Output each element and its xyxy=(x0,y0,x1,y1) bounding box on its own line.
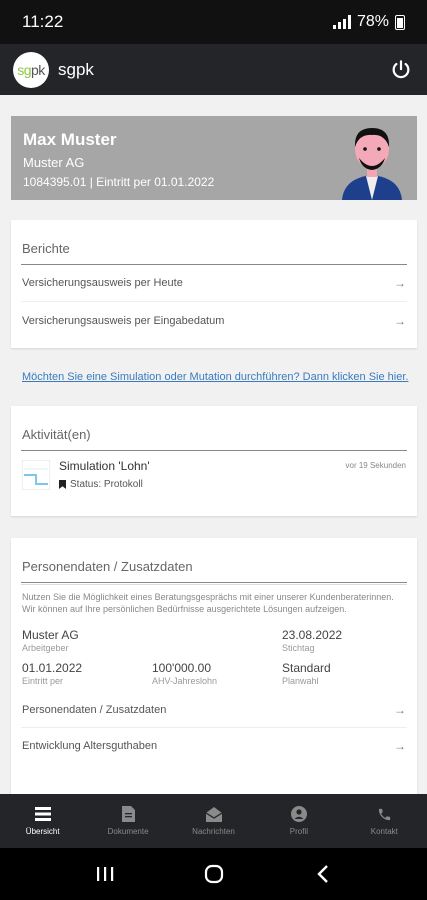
app-name: sgpk xyxy=(58,59,94,79)
status-bar: 11:22 78% xyxy=(0,0,427,44)
report-link-date[interactable]: Versicherungsausweis per Eingabedatum → xyxy=(21,302,407,339)
arrow-right-icon: → xyxy=(394,313,406,328)
personal-title: Personendaten / Zusatzdaten xyxy=(21,538,407,583)
simulation-link[interactable]: Möchten Sie eine Simulation oder Mutatio… xyxy=(22,371,408,383)
back-button[interactable] xyxy=(308,859,338,889)
sgpk-logo: sg pk xyxy=(13,51,49,88)
status-indicators: 78% xyxy=(332,13,405,31)
reports-card: Berichte Versicherungsausweis per Heute … xyxy=(11,220,417,348)
simulation-chart-icon xyxy=(22,460,50,490)
status-time: 11:22 xyxy=(22,12,64,31)
signal-icon xyxy=(332,15,351,29)
savings-development-link[interactable]: Entwicklung Altersguthaben → xyxy=(21,728,407,764)
activity-status: Status: Protokoll xyxy=(59,479,346,490)
nav-overview[interactable]: Übersicht xyxy=(0,794,85,848)
nav-documents[interactable]: Dokumente xyxy=(85,794,170,848)
activities-title: Aktivität(en) xyxy=(21,406,407,451)
back-icon xyxy=(316,865,328,883)
field-empty xyxy=(152,628,282,653)
field-reference-date: 23.08.2022 Stichtag xyxy=(282,628,343,653)
app-header: sg pk sgpk xyxy=(0,44,427,95)
overview-icon xyxy=(34,806,51,822)
nav-messages[interactable]: Nachrichten xyxy=(171,794,256,848)
phone-icon xyxy=(376,806,392,822)
activity-time: vor 19 Sekunden xyxy=(345,461,407,470)
home-button[interactable] xyxy=(199,859,229,889)
power-icon xyxy=(392,59,410,78)
field-employer: Muster AG Arbeitgeber xyxy=(22,628,79,653)
field-entry-date: 01.01.2022 Eintritt per xyxy=(22,661,83,686)
personal-description: Nutzen Sie die Möglichkeit eines Beratun… xyxy=(21,584,407,615)
avatar xyxy=(342,128,402,200)
field-plan: Standard Planwahl xyxy=(282,661,331,686)
field-salary: 100'000.00 AHV-Jahreslohn xyxy=(152,661,218,686)
home-icon xyxy=(204,864,223,884)
document-icon xyxy=(120,806,136,822)
recent-apps-button[interactable] xyxy=(90,859,120,889)
activity-item[interactable]: Simulation 'Lohn' Status: Protokoll vor … xyxy=(21,451,407,497)
report-link-today[interactable]: Versicherungsausweis per Heute → xyxy=(21,265,407,302)
mail-icon xyxy=(205,806,222,822)
arrow-right-icon: → xyxy=(394,276,406,290)
personal-data-card: Personendaten / Zusatzdaten Nutzen Sie d… xyxy=(11,538,417,794)
battery-icon xyxy=(395,14,405,30)
bookmark-icon xyxy=(59,480,66,489)
nav-profile[interactable]: Profil xyxy=(256,794,341,848)
recent-apps-icon xyxy=(96,867,113,881)
personal-data-link[interactable]: Personendaten / Zusatzdaten → xyxy=(21,692,407,728)
arrow-right-icon: → xyxy=(394,739,406,753)
bottom-navigation: Übersicht Dokumente Nachrichten Profil K… xyxy=(0,794,427,848)
activities-card: Aktivität(en) Simulation 'Lohn' Status: … xyxy=(11,406,417,516)
scroll-content[interactable]: Max Muster Muster AG 1084395.01 | Eintri… xyxy=(0,95,427,794)
activity-title: Simulation 'Lohn' xyxy=(59,459,150,473)
battery-percent: 78% xyxy=(356,13,389,30)
arrow-right-icon: → xyxy=(394,702,406,717)
logout-button[interactable] xyxy=(388,57,414,83)
profile-icon xyxy=(290,806,307,822)
system-navigation xyxy=(0,848,427,900)
nav-contact[interactable]: Kontakt xyxy=(342,794,427,848)
reports-title: Berichte xyxy=(21,220,407,265)
profile-card: Max Muster Muster AG 1084395.01 | Eintri… xyxy=(11,116,417,200)
personal-fields: Muster AG Arbeitgeber 23.08.2022 Stichtag … xyxy=(21,615,407,692)
